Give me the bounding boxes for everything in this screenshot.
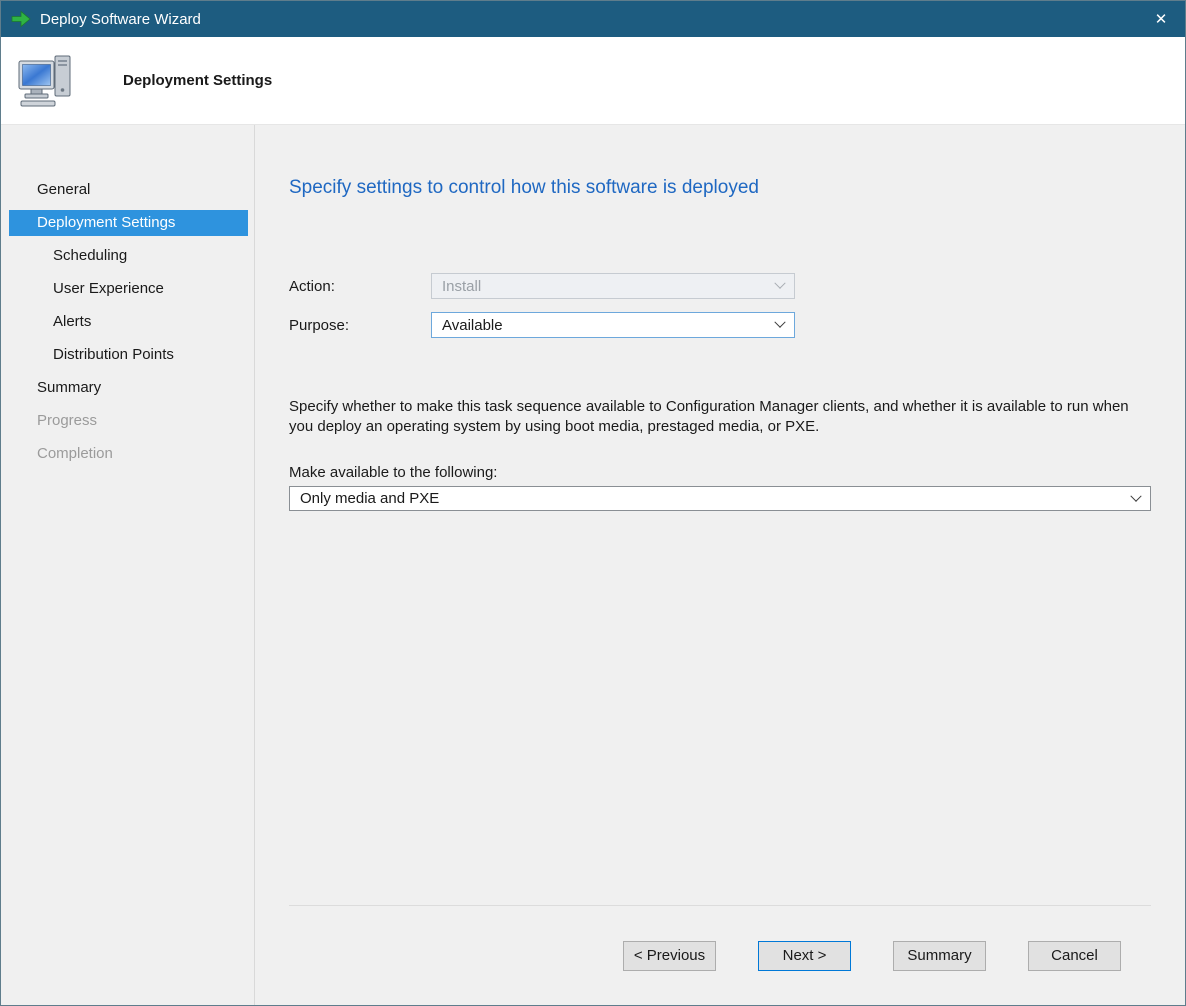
next-button[interactable]: Next >	[758, 941, 851, 971]
page-title: Deployment Settings	[123, 72, 272, 89]
deploy-arrow-icon	[11, 9, 31, 29]
action-dropdown: Install	[431, 273, 795, 299]
chevron-down-icon	[774, 278, 785, 289]
sidebar-item-alerts[interactable]: Alerts	[9, 309, 248, 335]
sidebar-item-distribution-points[interactable]: Distribution Points	[9, 342, 248, 368]
action-row: Action: Install	[289, 273, 1151, 299]
titlebar: Deploy Software Wizard ✕	[1, 1, 1185, 37]
close-button[interactable]: ✕	[1137, 1, 1185, 37]
sidebar-item-deployment-settings[interactable]: Deployment Settings	[9, 210, 248, 236]
chevron-down-icon	[1130, 490, 1141, 501]
deploy-software-wizard-window: Deploy Software Wizard ✕	[0, 0, 1186, 1006]
purpose-dropdown[interactable]: Available	[431, 312, 795, 338]
sidebar-item-completion: Completion	[9, 441, 248, 467]
cancel-button[interactable]: Cancel	[1028, 941, 1121, 971]
sidebar-item-scheduling[interactable]: Scheduling	[9, 243, 248, 269]
window-title: Deploy Software Wizard	[40, 11, 201, 28]
purpose-label: Purpose:	[289, 317, 431, 334]
action-value: Install	[442, 278, 481, 295]
summary-button[interactable]: Summary	[893, 941, 986, 971]
action-label: Action:	[289, 278, 431, 295]
wizard-body: General Deployment Settings Scheduling U…	[1, 125, 1185, 1005]
chevron-down-icon	[774, 317, 785, 328]
make-available-label: Make available to the following:	[289, 464, 1151, 481]
deployment-form: Action: Install Purpose: Available	[289, 273, 1151, 351]
computer-icon	[17, 54, 75, 108]
main-panel: Specify settings to control how this sof…	[255, 125, 1185, 1005]
sidebar-item-general[interactable]: General	[9, 177, 248, 203]
description-text: Specify whether to make this task sequen…	[289, 397, 1151, 436]
wizard-step-list: General Deployment Settings Scheduling U…	[1, 125, 255, 1005]
wizard-header: Deployment Settings	[1, 37, 1185, 125]
purpose-row: Purpose: Available	[289, 312, 1151, 338]
make-available-value: Only media and PXE	[300, 490, 439, 507]
sidebar-item-summary[interactable]: Summary	[9, 375, 248, 401]
purpose-value: Available	[442, 317, 503, 334]
make-available-dropdown[interactable]: Only media and PXE	[289, 486, 1151, 511]
sidebar-item-progress: Progress	[9, 408, 248, 434]
previous-button[interactable]: < Previous	[623, 941, 716, 971]
content-heading: Specify settings to control how this sof…	[289, 177, 1151, 199]
wizard-footer: < Previous Next > Summary Cancel	[289, 905, 1151, 1005]
sidebar-item-user-experience[interactable]: User Experience	[9, 276, 248, 302]
